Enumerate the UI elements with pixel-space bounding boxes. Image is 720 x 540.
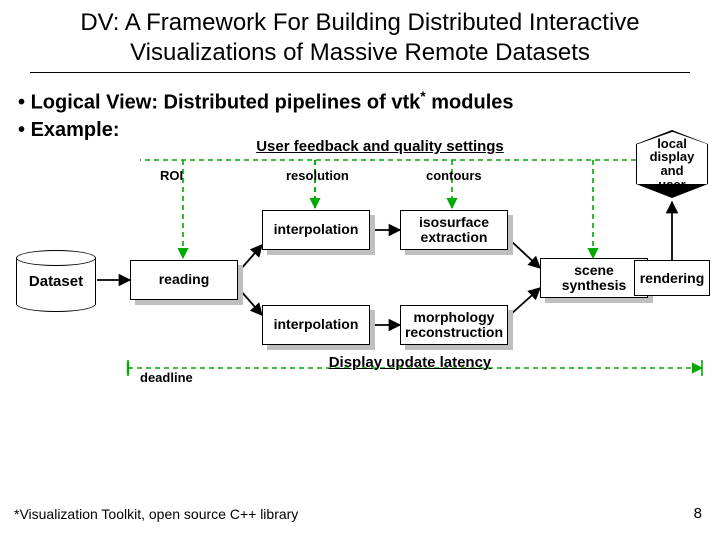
dataset-cylinder: Dataset <box>16 250 96 312</box>
stage-reading: reading <box>130 260 238 300</box>
label-roi: ROI <box>160 168 183 183</box>
slide-title: DV: A Framework For Building Distributed… <box>0 8 720 68</box>
stage-interpolation-1: interpolation <box>262 210 370 250</box>
stage-isosurface: isosurface extraction <box>400 210 508 250</box>
footnote: *Visualization Toolkit, open source C++ … <box>14 506 298 522</box>
label-resolution: resolution <box>286 168 349 183</box>
local-display-hex: local display and user <box>636 130 708 198</box>
latency-deadline: deadline <box>140 370 193 385</box>
stage-morphology: morphology reconstruction <box>400 305 508 345</box>
stage-rendering: rendering <box>634 260 710 296</box>
hex-line-3: and <box>660 164 683 178</box>
hex-line-4: user <box>658 178 685 192</box>
stage-interpolation-2: interpolation <box>262 305 370 345</box>
page-number: 8 <box>694 505 702 522</box>
stage-scene-synthesis: scene synthesis <box>540 258 648 298</box>
label-contours: contours <box>426 168 482 183</box>
title-underline <box>30 72 690 73</box>
hex-line-2: display <box>650 150 695 164</box>
feedback-caption: User feedback and quality settings <box>230 138 530 155</box>
latency-caption: Display update latency <box>280 354 540 371</box>
pipeline-diagram: User feedback and quality settings ROI r… <box>0 110 720 380</box>
hex-line-1: local <box>657 137 687 151</box>
